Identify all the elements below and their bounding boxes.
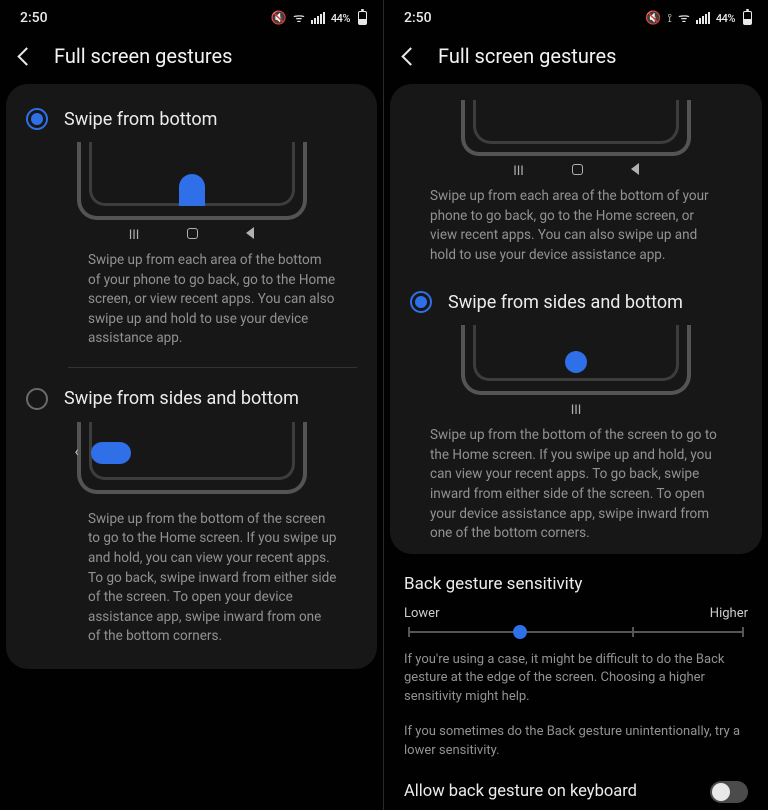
sensitivity-desc1: If you're using a case, it might be diff… — [384, 639, 768, 712]
option-swipe-bottom[interactable]: III Swipe up from each area of the botto… — [390, 100, 762, 265]
divider — [68, 367, 357, 368]
option-swipe-sides-label: Swipe from sides and bottom — [448, 292, 683, 313]
battery-icon — [358, 11, 367, 25]
battery-text: 44% — [331, 12, 350, 25]
sensitivity-low: Lower — [404, 606, 439, 621]
battery-icon — [743, 11, 752, 25]
recents-icon: III — [513, 164, 524, 179]
slider-thumb[interactable] — [513, 625, 527, 639]
mute-icon: 🔇 — [271, 12, 287, 25]
nav-icons-three: III — [26, 228, 357, 243]
toggle-keyboard-label: Allow back gesture on keyboard — [404, 782, 637, 801]
page-title: Full screen gestures — [54, 44, 232, 68]
home-icon — [572, 164, 583, 175]
option-swipe-bottom[interactable]: Swipe from bottom III Swipe up from each… — [6, 100, 377, 349]
wifi-icon: ᯤ — [678, 12, 690, 25]
location-icon: ⟟ — [668, 12, 672, 24]
back-icon[interactable] — [14, 45, 36, 67]
status-time: 2:50 — [404, 10, 432, 26]
sensitivity-labels: Lower Higher — [384, 606, 768, 621]
sensitivity-slider[interactable] — [384, 621, 768, 639]
option-swipe-bottom-desc: Swipe up from each area of the bottom of… — [26, 243, 357, 349]
header: Full screen gestures — [0, 30, 383, 84]
illustration-swipe-sides-dot — [461, 325, 691, 395]
status-icons: 🔇 ⟟ ᯤ 44% — [645, 11, 752, 25]
radio-swipe-sides[interactable] — [26, 388, 48, 410]
option-swipe-sides[interactable]: Swipe from sides and bottom III Swipe up… — [390, 283, 762, 543]
status-time: 2:50 — [20, 10, 48, 26]
recents-icon: III — [129, 228, 140, 243]
side-chevron-icon: ‹ — [75, 444, 79, 460]
toggle-keyboard-row[interactable]: Allow back gesture on keyboard — [384, 765, 768, 803]
screenshot-left: 2:50 🔇 ᯤ 44% Full screen gestures Swipe … — [0, 0, 384, 810]
option-swipe-sides-desc: Swipe up from the bottom of the screen t… — [26, 502, 357, 647]
recents-icon: III — [571, 403, 582, 418]
option-swipe-bottom-desc: Swipe up from each area of the bottom of… — [410, 179, 742, 265]
illustration-swipe-bottom — [461, 100, 691, 156]
back-nav-icon — [631, 163, 639, 175]
option-swipe-bottom-label: Swipe from bottom — [64, 109, 217, 130]
nav-icons-three: III — [410, 164, 742, 179]
option-swipe-sides-desc: Swipe up from the bottom of the screen t… — [410, 418, 742, 543]
sensitivity-desc2: If you sometimes do the Back gesture uni… — [384, 711, 768, 765]
back-nav-icon — [246, 227, 254, 239]
illustration-swipe-bottom — [77, 142, 307, 220]
option-swipe-sides[interactable]: Swipe from sides and bottom ‹ Swipe up f… — [6, 380, 377, 647]
radio-swipe-bottom[interactable] — [26, 108, 48, 130]
radio-swipe-sides[interactable] — [410, 291, 432, 313]
wifi-icon: ᯤ — [293, 12, 305, 25]
options-card: III Swipe up from each area of the botto… — [390, 84, 762, 554]
mute-icon: 🔇 — [645, 12, 661, 25]
screenshot-right: 2:50 🔇 ⟟ ᯤ 44% Full screen gestures — [384, 0, 768, 810]
options-card: Swipe from bottom III Swipe up from each… — [6, 84, 377, 669]
option-swipe-sides-label: Swipe from sides and bottom — [64, 388, 299, 409]
header: Full screen gestures — [384, 30, 768, 84]
back-icon[interactable] — [398, 45, 420, 67]
sensitivity-title: Back gesture sensitivity — [384, 554, 768, 606]
home-icon — [187, 228, 198, 239]
nav-icons-one: III — [410, 403, 742, 418]
status-bar: 2:50 🔇 ⟟ ᯤ 44% — [384, 0, 768, 30]
status-icons: 🔇 ᯤ 44% — [271, 11, 367, 25]
status-bar: 2:50 🔇 ᯤ 44% — [0, 0, 383, 30]
battery-text: 44% — [716, 12, 735, 25]
signal-icon — [696, 12, 710, 24]
sensitivity-high: Higher — [710, 606, 748, 621]
signal-icon — [311, 12, 325, 24]
illustration-swipe-sides: ‹ — [77, 422, 307, 494]
page-title: Full screen gestures — [438, 44, 616, 68]
toggle-keyboard-switch[interactable] — [710, 781, 748, 803]
